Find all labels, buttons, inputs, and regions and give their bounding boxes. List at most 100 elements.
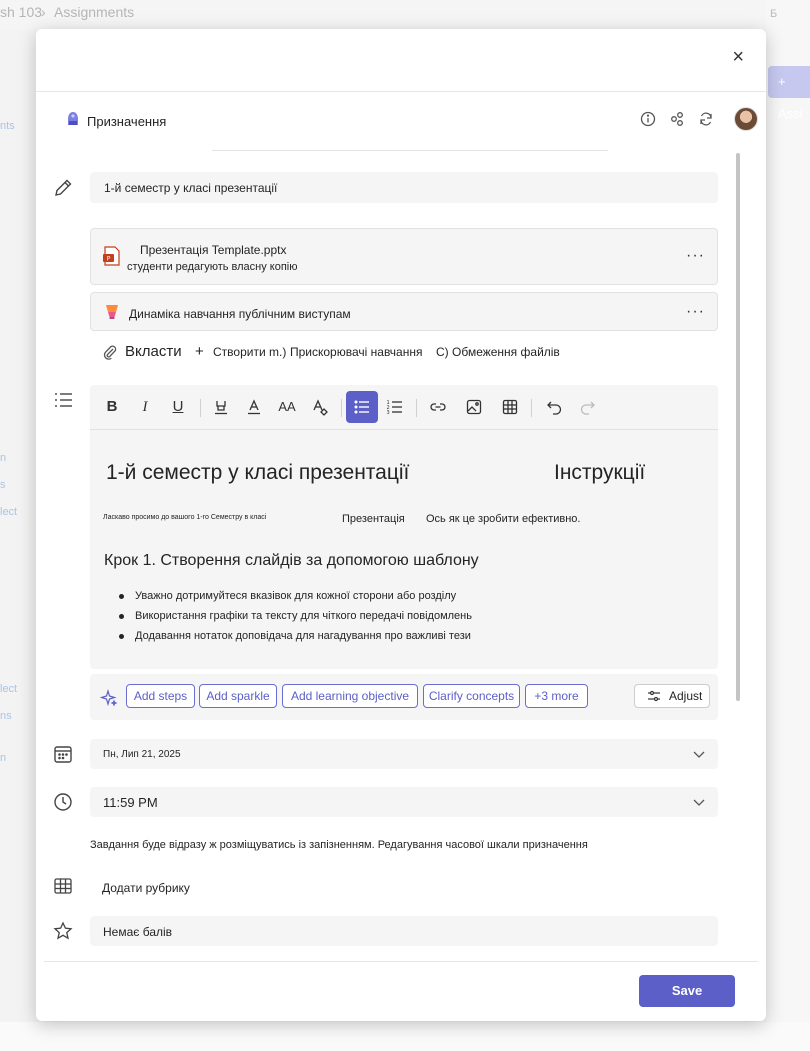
scrollbar[interactable]: [736, 153, 740, 701]
assignment-dialog: × Призначення 1-й семестр у класі презен…: [36, 29, 766, 1021]
due-time-picker[interactable]: 11:59 PM: [90, 787, 718, 817]
link-icon[interactable]: [422, 391, 454, 423]
attachment-name[interactable]: Динаміка навчання публічним виступам: [129, 307, 351, 321]
breadcrumb-separator: ›: [41, 4, 46, 20]
info-icon[interactable]: [639, 110, 657, 128]
adjust-label: Adjust: [669, 689, 703, 703]
chevron-down-icon: [693, 751, 705, 758]
close-icon[interactable]: ×: [732, 47, 744, 67]
due-date-picker[interactable]: Пн, Лип 21, 2025: [90, 739, 718, 769]
footer-divider: [44, 961, 758, 962]
toolbar-divider: [341, 399, 342, 417]
attachment-card[interactable]: Динаміка навчання публічним виступам ···: [90, 292, 718, 331]
step-bullet-list: Уважно дотримуйтеся вказівок для кожної …: [118, 590, 472, 650]
pencil-icon: [55, 179, 72, 196]
due-time-value: 11:59 PM: [103, 795, 158, 810]
background-label: nts: [0, 120, 15, 132]
title-input[interactable]: 1-й семестр у класі презентації: [90, 172, 718, 203]
due-date-value: Пн, Лип 21, 2025: [103, 749, 181, 760]
instructions-editor[interactable]: B I U AA 123 1-й семестр у класі презент…: [90, 385, 718, 669]
add-learning-objective-chip[interactable]: Add learning objective: [282, 684, 418, 708]
howto-text: Ось як це зробити ефективно.: [426, 513, 581, 525]
more-options-icon[interactable]: ···: [686, 304, 705, 320]
underline-icon[interactable]: U: [162, 391, 194, 423]
highlight-icon[interactable]: [205, 391, 237, 423]
list-icon: [55, 393, 72, 407]
clarify-concepts-chip[interactable]: Clarify concepts: [423, 684, 520, 708]
background-assign-button[interactable]: + Assi: [768, 66, 810, 121]
chevron-down-icon: [693, 799, 705, 806]
sparkle-icon: [100, 689, 118, 707]
more-options-icon[interactable]: ···: [686, 248, 705, 264]
refresh-icon[interactable]: [697, 110, 715, 128]
user-avatar[interactable]: [734, 107, 758, 131]
list-item: Використання графіки та тексту для чітко…: [118, 610, 472, 630]
learning-accelerators-button[interactable]: Прискорювачі навчання: [290, 345, 422, 359]
welcome-text: Ласкаво просимо до вашого 1-го Семестру …: [103, 514, 267, 521]
star-icon: [53, 921, 73, 940]
formatting-toolbar: B I U AA 123: [90, 385, 718, 430]
add-sparkle-chip[interactable]: Add sparkle: [199, 684, 277, 708]
add-steps-chip[interactable]: Add steps: [126, 684, 195, 708]
bullet-list-icon[interactable]: [346, 391, 378, 423]
italic-icon[interactable]: I: [129, 391, 161, 423]
background-label: lect: [0, 683, 18, 695]
attach-button[interactable]: Вкласти: [125, 343, 182, 360]
redo-icon[interactable]: [572, 391, 604, 423]
background-label: n: [0, 452, 7, 464]
toolbar-divider: [200, 399, 201, 417]
paperclip-icon: [103, 345, 117, 360]
schedule-note-link[interactable]: Завдання буде відразу ж розміщуватись із…: [90, 839, 588, 851]
background-label: ns: [0, 710, 12, 722]
instructions-heading-label: Інструкції: [554, 461, 646, 484]
image-icon[interactable]: [458, 391, 490, 423]
list-item: Уважно дотримуйтеся вказівок для кожної …: [118, 590, 472, 610]
clear-formatting-icon[interactable]: [304, 391, 336, 423]
create-button[interactable]: Створити m.): [213, 345, 286, 359]
breadcrumb-course[interactable]: sh 103: [0, 4, 42, 20]
bold-icon[interactable]: B: [96, 391, 128, 423]
file-restrictions-button[interactable]: С) Обмеження файлів: [436, 345, 560, 359]
powerpoint-file-icon: P: [103, 246, 120, 266]
font-color-icon[interactable]: [238, 391, 270, 423]
font-size-icon[interactable]: AA: [271, 391, 303, 423]
more-suggestions-chip[interactable]: +3 more: [525, 684, 588, 708]
calendar-icon: [54, 746, 72, 763]
background-top-right-text: Б: [770, 8, 778, 20]
svg-text:3: 3: [387, 410, 390, 416]
toolbar-divider: [531, 399, 532, 417]
background-footer: [0, 1022, 810, 1051]
svg-text:P: P: [107, 256, 111, 263]
adjust-button[interactable]: Adjust: [634, 684, 710, 708]
toolbar-divider: [416, 399, 417, 417]
background-right-panel: Б: [766, 0, 810, 1051]
attachment-name[interactable]: Презентація Template.pptx: [140, 243, 287, 257]
attachment-card[interactable]: P Презентація Template.pptx студенти ред…: [90, 228, 718, 285]
learning-accelerator-icon: [106, 305, 118, 319]
app-title: Призначення: [87, 114, 167, 129]
list-item: Додавання нотаток доповідача для нагадув…: [118, 630, 472, 650]
dialog-divider: [36, 91, 766, 92]
add-rubric-button[interactable]: Додати рубрику: [102, 881, 190, 895]
ai-suggestions-bar: Add steps Add sparkle Add learning objec…: [90, 674, 718, 720]
save-button[interactable]: Save: [639, 975, 735, 1007]
numbered-list-icon[interactable]: 123: [379, 391, 411, 423]
attachment-permission: студенти редагують власну копію: [127, 261, 298, 273]
presentation-text: Презентація: [342, 513, 405, 525]
points-value: Немає балів: [103, 925, 173, 939]
undo-icon[interactable]: [538, 391, 570, 423]
breadcrumb-assignments[interactable]: Assignments: [54, 4, 134, 20]
instructions-heading: 1-й семестр у класі презентації: [106, 461, 410, 484]
step-heading: Крок 1. Створення слайдів за допомогою ш…: [104, 552, 479, 569]
points-select[interactable]: Немає балів: [90, 916, 718, 946]
background-label: n: [0, 752, 7, 764]
rubric-grid-icon: [54, 878, 72, 894]
sliders-icon: [648, 690, 660, 702]
plus-icon[interactable]: +: [195, 343, 204, 360]
share-link-icon[interactable]: [668, 110, 686, 128]
background-header: sh 103 › Assignments: [0, 0, 810, 30]
background-label: lect: [0, 506, 18, 518]
header-underline: [212, 150, 608, 151]
background-label: s: [0, 479, 6, 491]
table-icon[interactable]: [494, 391, 526, 423]
